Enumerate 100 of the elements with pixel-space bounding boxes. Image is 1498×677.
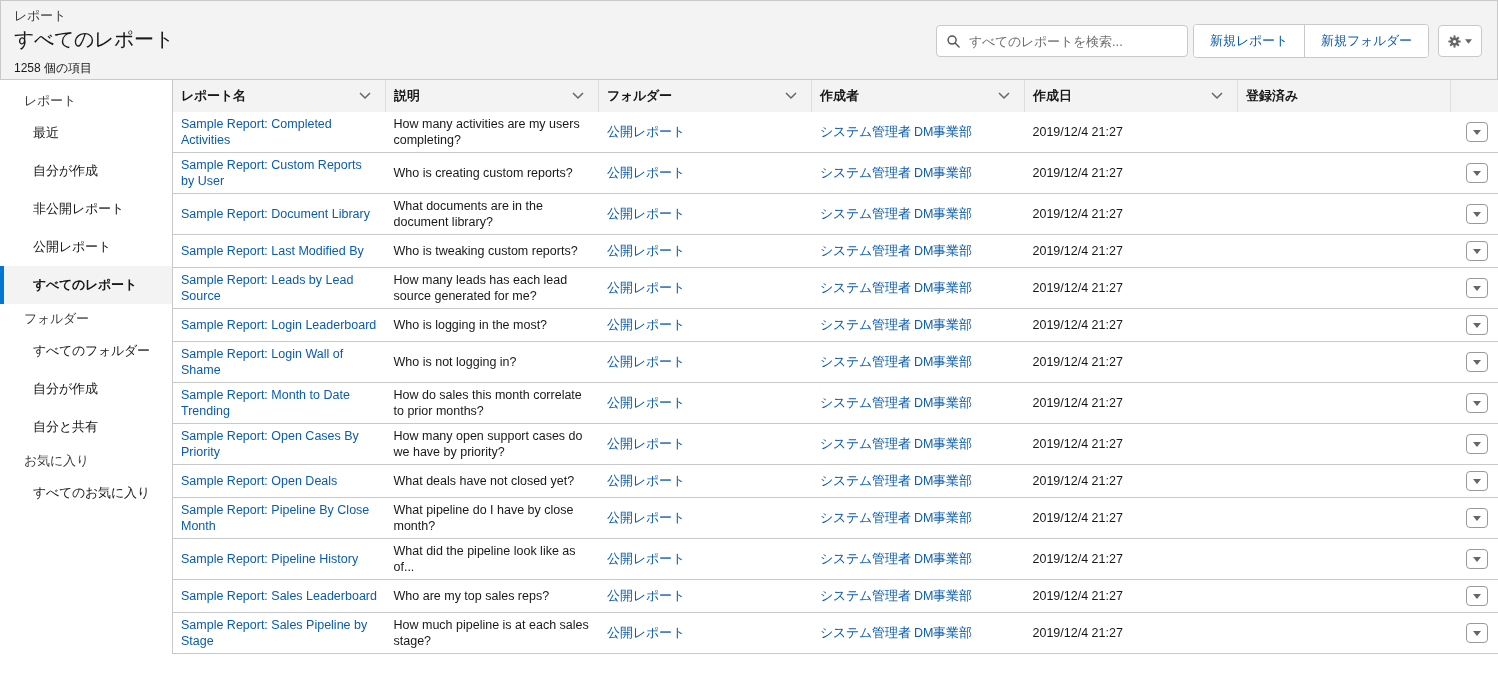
- column-header[interactable]: レポート名: [173, 80, 386, 112]
- description-text: What pipeline do I have by close month?: [393, 503, 574, 533]
- created-date: 2019/12/4 21:27: [1032, 318, 1123, 332]
- creator-link[interactable]: システム管理者 DM事業部: [819, 243, 1017, 259]
- folder-link[interactable]: 公開レポート: [606, 165, 804, 181]
- creator-link[interactable]: システム管理者 DM事業部: [819, 124, 1017, 140]
- folder-link[interactable]: 公開レポート: [606, 473, 804, 489]
- folder-link[interactable]: 公開レポート: [606, 395, 804, 411]
- creator-link[interactable]: システム管理者 DM事業部: [819, 395, 1017, 411]
- sidebar-item[interactable]: 非公開レポート: [0, 190, 172, 228]
- sidebar-item[interactable]: 自分と共有: [0, 408, 172, 446]
- row-actions-button[interactable]: [1465, 352, 1488, 372]
- creator-link[interactable]: システム管理者 DM事業部: [819, 473, 1017, 489]
- report-name-link[interactable]: Sample Report: Open Cases By Priority: [181, 428, 378, 460]
- report-name-link[interactable]: Sample Report: Pipeline By Close Month: [181, 502, 378, 534]
- caret-icon: [1465, 38, 1472, 44]
- report-name-link[interactable]: Sample Report: Pipeline History: [181, 551, 378, 567]
- row-actions-button[interactable]: [1465, 549, 1488, 569]
- description-text: How do sales this month correlate to prior months?: [393, 388, 582, 418]
- report-name-link[interactable]: Sample Report: Login Wall of Shame: [181, 346, 378, 378]
- folder-link[interactable]: 公開レポート: [606, 124, 804, 140]
- created-date: 2019/12/4 21:27: [1032, 552, 1123, 566]
- report-name-link[interactable]: Sample Report: Document Library: [181, 206, 378, 222]
- report-name-link[interactable]: Sample Report: Sales Pipeline by Stage: [181, 617, 378, 649]
- row-actions-button[interactable]: [1465, 204, 1488, 224]
- creator-link[interactable]: システム管理者 DM事業部: [819, 436, 1017, 452]
- caret-icon: [1472, 515, 1481, 521]
- folder-link[interactable]: 公開レポート: [606, 551, 804, 567]
- creator-link[interactable]: システム管理者 DM事業部: [819, 625, 1017, 641]
- creator-link[interactable]: システム管理者 DM事業部: [819, 510, 1017, 526]
- row-actions-button[interactable]: [1465, 623, 1488, 643]
- report-name-link[interactable]: Sample Report: Last Modified By: [181, 243, 378, 259]
- description-text: What deals have not closed yet?: [393, 474, 575, 488]
- folder-link[interactable]: 公開レポート: [606, 625, 804, 641]
- report-name-link[interactable]: Sample Report: Custom Reports by User: [181, 157, 378, 189]
- report-name-link[interactable]: Sample Report: Login Leaderboard: [181, 317, 378, 333]
- creator-link[interactable]: システム管理者 DM事業部: [819, 588, 1017, 604]
- sidebar-item[interactable]: 自分が作成: [0, 152, 172, 190]
- caret-icon: [1472, 593, 1481, 599]
- created-date: 2019/12/4 21:27: [1032, 355, 1123, 369]
- column-header[interactable]: フォルダー: [598, 80, 812, 112]
- folder-link[interactable]: 公開レポート: [606, 510, 804, 526]
- report-name-link[interactable]: Sample Report: Month to Date Trending: [181, 387, 378, 419]
- row-actions-button[interactable]: [1465, 163, 1488, 183]
- row-actions-button[interactable]: [1465, 508, 1488, 528]
- settings-button[interactable]: [1438, 25, 1482, 57]
- created-date: 2019/12/4 21:27: [1032, 244, 1123, 258]
- search-icon: [947, 35, 960, 48]
- sidebar-item[interactable]: すべてのフォルダー: [0, 332, 172, 370]
- creator-link[interactable]: システム管理者 DM事業部: [819, 317, 1017, 333]
- caret-icon: [1472, 322, 1481, 328]
- column-header[interactable]: 説明: [385, 80, 599, 112]
- sidebar-item[interactable]: すべてのレポート: [0, 266, 172, 304]
- report-name-link[interactable]: Sample Report: Sales Leaderboard: [181, 588, 378, 604]
- report-name-link[interactable]: Sample Report: Completed Activities: [181, 116, 378, 148]
- description-text: How many leads has each lead source generated for me?: [393, 273, 568, 303]
- folder-link[interactable]: 公開レポート: [606, 588, 804, 604]
- column-header[interactable]: 登録済み: [1237, 80, 1451, 112]
- created-date: 2019/12/4 21:27: [1032, 166, 1123, 180]
- created-date: 2019/12/4 21:27: [1032, 281, 1123, 295]
- folder-link[interactable]: 公開レポート: [606, 354, 804, 370]
- creator-link[interactable]: システム管理者 DM事業部: [819, 280, 1017, 296]
- sidebar-heading: お気に入り: [23, 452, 90, 470]
- row-actions-button[interactable]: [1465, 434, 1488, 454]
- row-actions-button[interactable]: [1465, 315, 1488, 335]
- report-name-link[interactable]: Sample Report: Leads by Lead Source: [181, 272, 378, 304]
- caret-icon: [1472, 441, 1481, 447]
- description-text: Who is creating custom reports?: [393, 166, 573, 180]
- creator-link[interactable]: システム管理者 DM事業部: [819, 354, 1017, 370]
- header-button[interactable]: 新規フォルダー: [1304, 25, 1428, 57]
- description-text: How many open support cases do we have by priority?: [393, 429, 583, 459]
- row-actions-button[interactable]: [1465, 122, 1488, 142]
- search-field[interactable]: すべてのレポートを検索...: [936, 25, 1188, 57]
- caret-icon: [1472, 630, 1481, 636]
- row-actions-button[interactable]: [1465, 278, 1488, 298]
- caret-icon: [1472, 248, 1481, 254]
- creator-link[interactable]: システム管理者 DM事業部: [819, 165, 1017, 181]
- folder-link[interactable]: 公開レポート: [606, 280, 804, 296]
- folder-link[interactable]: 公開レポート: [606, 436, 804, 452]
- folder-link[interactable]: 公開レポート: [606, 206, 804, 222]
- row-actions-button[interactable]: [1465, 471, 1488, 491]
- creator-link[interactable]: システム管理者 DM事業部: [819, 206, 1017, 222]
- report-name-link[interactable]: Sample Report: Open Deals: [181, 473, 378, 489]
- folder-link[interactable]: 公開レポート: [606, 317, 804, 333]
- sidebar-item[interactable]: すべてのお気に入り: [0, 474, 172, 512]
- row-actions-button[interactable]: [1465, 393, 1488, 413]
- caret-icon: [1472, 170, 1481, 176]
- row-actions-button[interactable]: [1465, 586, 1488, 606]
- creator-link[interactable]: システム管理者 DM事業部: [819, 551, 1017, 567]
- column-header[interactable]: 作成者: [811, 80, 1025, 112]
- sidebar-item[interactable]: 公開レポート: [0, 228, 172, 266]
- sidebar-item[interactable]: 自分が作成: [0, 370, 172, 408]
- column-label: 作成日: [1033, 87, 1072, 105]
- sidebar-item[interactable]: 最近: [0, 114, 172, 152]
- caret-icon: [1472, 285, 1481, 291]
- item-count: 1258 個の項目: [14, 60, 94, 77]
- column-header[interactable]: 作成日: [1024, 80, 1238, 112]
- folder-link[interactable]: 公開レポート: [606, 243, 804, 259]
- row-actions-button[interactable]: [1465, 241, 1488, 261]
- description-text: Who is not logging in?: [393, 355, 517, 369]
